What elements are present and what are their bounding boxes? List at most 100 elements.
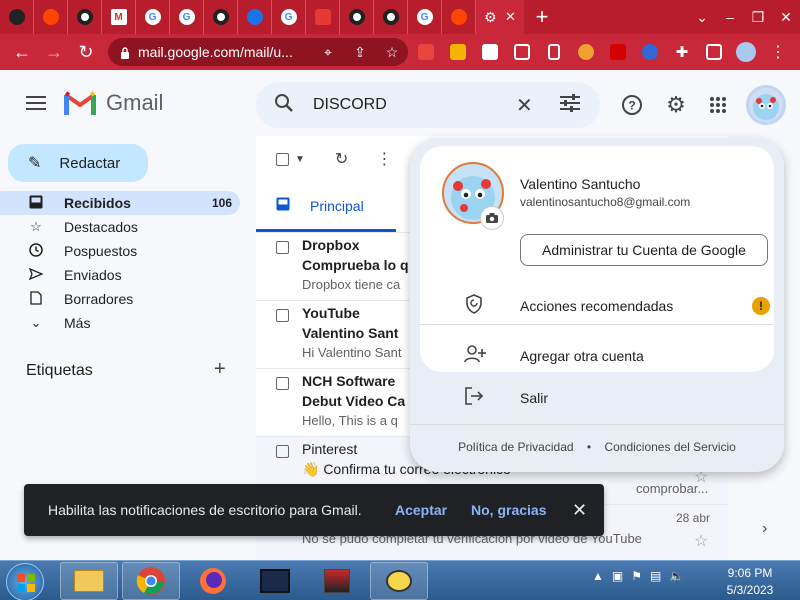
tab-principal[interactable]: Principal	[256, 182, 396, 232]
tab-gmail[interactable]: M	[102, 0, 136, 34]
extensions-puzzle-button[interactable]: ✚	[666, 34, 698, 70]
add-account-item[interactable]: Agregar otra cuenta	[420, 332, 774, 380]
camera-icon[interactable]	[480, 206, 504, 230]
clear-search-icon[interactable]: ✕	[516, 93, 533, 118]
extension-4[interactable]	[506, 34, 538, 70]
tab-google-1[interactable]: G	[136, 0, 170, 34]
back-button[interactable]: ←	[6, 34, 38, 70]
search-icon[interactable]	[274, 93, 294, 118]
extension-5[interactable]	[538, 34, 570, 70]
extension-3[interactable]	[474, 34, 506, 70]
taskbar-clock[interactable]: 9:06 PM 5/3/2023	[710, 565, 790, 599]
share-icon[interactable]: ⇪	[344, 44, 376, 61]
sidebar-item-starred[interactable]: ☆ Destacados	[0, 215, 240, 239]
action-center-flag-icon[interactable]: ⚑	[631, 569, 642, 583]
profile-button[interactable]	[730, 34, 762, 70]
select-all-checkbox[interactable]	[276, 152, 289, 166]
windows-taskbar: ▲ ▣ ⚑ ▤ 🔈 9:06 PM 5/3/2023	[0, 560, 800, 600]
email-sender: Dropbox	[302, 237, 360, 253]
sidebar-item-inbox[interactable]: Recibidos 106	[0, 191, 240, 215]
sign-out-item[interactable]: Salir	[420, 374, 774, 422]
tab-google-4[interactable]: G	[408, 0, 442, 34]
side-panel-button[interactable]	[698, 34, 730, 70]
install-icon[interactable]: ⌖	[312, 44, 344, 61]
taskbar-bee-app[interactable]	[370, 562, 428, 600]
sidebar-item-sent[interactable]: Enviados	[0, 263, 240, 287]
search-bar[interactable]: DISCORD ✕	[256, 82, 600, 128]
minimize-button[interactable]: –	[716, 9, 744, 25]
gmail-logo[interactable]: Gmail	[64, 90, 163, 116]
network-icon[interactable]: ▤	[650, 569, 661, 583]
tab-site-2[interactable]	[204, 0, 238, 34]
extension-6[interactable]	[570, 34, 602, 70]
inbox-icon	[276, 197, 290, 214]
privacy-link[interactable]: Política de Privacidad	[458, 440, 573, 454]
tab-close-icon[interactable]: ✕	[505, 9, 516, 25]
reload-button[interactable]: ↻	[70, 34, 102, 70]
extension-7[interactable]	[602, 34, 634, 70]
add-label-icon[interactable]: +	[214, 358, 226, 381]
tray-app-icon[interactable]: ▣	[612, 569, 623, 583]
sidebar-item-label: Pospuestos	[64, 243, 138, 259]
email-checkbox[interactable]	[276, 377, 289, 390]
tab-settings-active[interactable]: ⚙ ✕	[476, 0, 524, 34]
volume-icon[interactable]: 🔈	[669, 569, 684, 583]
accept-button[interactable]: Aceptar	[395, 502, 447, 518]
forward-button[interactable]: →	[38, 34, 70, 70]
apps-grid-icon[interactable]	[706, 93, 730, 117]
firefox-icon	[200, 568, 226, 594]
search-options-icon[interactable]	[560, 93, 580, 117]
clock-date: 5/3/2023	[726, 583, 774, 597]
taskbar-image-app[interactable]	[308, 562, 366, 600]
tab-reddit[interactable]	[34, 0, 68, 34]
extension-8[interactable]	[634, 34, 666, 70]
tab-site-3[interactable]	[238, 0, 272, 34]
settings-gear-icon[interactable]: ⚙	[664, 92, 688, 117]
tab-reddit-2[interactable]	[442, 0, 476, 34]
browser-menu-button[interactable]: ⋮	[762, 34, 794, 70]
taskbar-chrome[interactable]	[122, 562, 180, 600]
account-avatar-button[interactable]	[746, 85, 786, 125]
extension-icon	[482, 44, 498, 60]
compose-button[interactable]: ✎ Redactar	[8, 144, 148, 182]
email-checkbox[interactable]	[276, 241, 289, 254]
email-checkbox[interactable]	[276, 445, 289, 458]
extension-2[interactable]	[442, 34, 474, 70]
decline-button[interactable]: No, gracias	[471, 502, 546, 518]
tab-google-2[interactable]: G	[170, 0, 204, 34]
show-hidden-icons[interactable]: ▲	[592, 569, 604, 583]
tab-site-6[interactable]	[374, 0, 408, 34]
tab-site-1[interactable]	[68, 0, 102, 34]
bookmark-star-icon[interactable]: ☆	[376, 44, 408, 61]
recommended-actions-item[interactable]: Acciones recomendadas !	[420, 282, 774, 330]
terms-link[interactable]: Condiciones del Servicio	[604, 440, 735, 454]
tab-site-4[interactable]	[306, 0, 340, 34]
new-tab-button[interactable]: +	[524, 0, 560, 34]
close-icon[interactable]: ✕	[572, 500, 587, 521]
tab-github[interactable]	[0, 0, 34, 34]
manage-account-button[interactable]: Administrar tu Cuenta de Google	[520, 234, 768, 266]
sidebar-item-snoozed[interactable]: Pospuestos	[0, 239, 240, 263]
search-input[interactable]: DISCORD	[313, 96, 387, 114]
select-dropdown-icon[interactable]: ▼	[295, 154, 305, 165]
star-icon[interactable]: ☆	[694, 531, 708, 551]
chevron-right-icon[interactable]: ›	[762, 520, 767, 538]
tab-site-5[interactable]	[340, 0, 374, 34]
refresh-icon[interactable]: ↻	[335, 149, 348, 169]
sidebar-item-drafts[interactable]: Borradores	[0, 287, 240, 311]
taskbar-firefox[interactable]	[184, 562, 242, 600]
extension-1[interactable]	[410, 34, 442, 70]
email-checkbox[interactable]	[276, 309, 289, 322]
tab-google-3[interactable]: G	[272, 0, 306, 34]
help-icon[interactable]: ?	[620, 93, 644, 117]
app-icon	[246, 9, 263, 25]
sidebar-item-more[interactable]: ⌄ Más	[0, 311, 240, 335]
taskbar-monitor-app[interactable]	[246, 562, 304, 600]
restore-button[interactable]: ❐	[744, 9, 772, 26]
tab-search-button[interactable]: ⌄	[688, 9, 716, 26]
main-menu-icon[interactable]	[26, 96, 46, 110]
close-window-button[interactable]: ✕	[772, 9, 800, 26]
taskbar-explorer[interactable]	[60, 562, 118, 600]
start-button[interactable]	[6, 563, 44, 600]
more-vert-icon[interactable]: ⋮	[376, 149, 392, 169]
